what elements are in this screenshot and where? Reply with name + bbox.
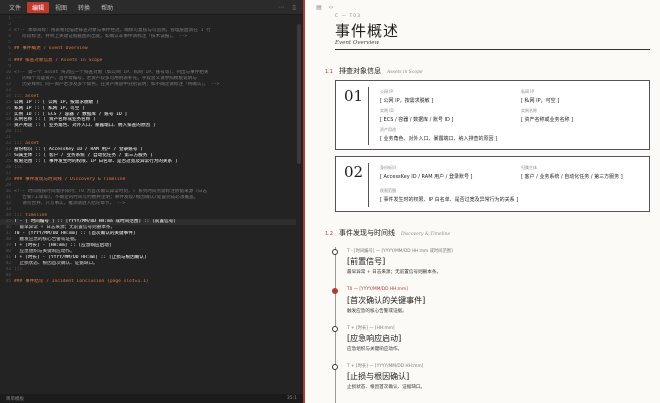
cursor-position: 35:1	[286, 396, 297, 401]
code-line[interactable]: 45 ### 事件结论 / Incident Conclusion {page s…	[0, 279, 296, 285]
editor-toolbar-right: ⋯ ▯	[277, 3, 303, 11]
card-divider	[368, 87, 369, 145]
field-identity: 身份标识 [ AccessKey ID / RAM 用户 / 登录账号 ]	[380, 165, 473, 180]
panel-icon[interactable]: ▯	[290, 3, 298, 11]
timeline-desc: 触发应急的核心告警或证据。	[347, 309, 407, 314]
timeline-desc: 最早异常 + 日志来源；无前置信号则删本条。	[347, 270, 442, 275]
status-bar: 简单模板 35:1	[0, 394, 303, 403]
section-number: 1.2	[325, 231, 333, 237]
section-heading-assets: 1.1 排查对象信息 Assets in Scope	[325, 66, 423, 76]
timeline-time: T + [时长] — [HH:mm]	[347, 326, 395, 331]
field-asset-usage: 资产用途 [ 业务角色、对外入口、暴露端口、纳入排查的原因 ]	[380, 127, 498, 142]
preview-pane: ▤ ‹› C — T03 事件概述 Event Overview 1.1 排查对…	[303, 0, 660, 403]
timeline-time: T0 — [YYYY/MM/DD HH:mm]	[347, 287, 408, 292]
card-divider	[368, 163, 369, 207]
timeline-time: T - [时间编号] — [YYYY/MM/DD HH:mm 或时间范围]	[347, 249, 453, 254]
field-private-ip: 私网 IP [ 私网 IP，可空 ]	[521, 89, 560, 104]
markdown-editor-pane: 文件 编辑 视图 转换 帮助 ⋯ ▯ 1 --- 2 3 <!-- 本章目标：用表格化描…	[0, 0, 303, 403]
status-left: 简单模板	[6, 396, 24, 402]
timeline-desc: 应急组织与关键响应动作。	[347, 347, 403, 352]
menu-bar: 文件 编辑 视图 转换 帮助 ⋯ ▯	[0, 0, 303, 15]
title-divider	[335, 49, 650, 50]
section-label: 事件发现与时间线	[338, 229, 395, 237]
asset-card-02: 02 身份标识 [ AccessKey ID / RAM 用户 / 登录账号 ]…	[335, 156, 650, 212]
document-page: ▤ ‹› C — T03 事件概述 Event Overview 1.1 排查对…	[303, 0, 660, 403]
timeline-title: [止损与根因确认]	[347, 372, 410, 381]
section-number: 1.1	[325, 69, 333, 75]
more-icon[interactable]: ⋯	[277, 3, 285, 11]
timeline-title: [前置信号]	[347, 257, 386, 266]
timeline-time: T + [时长] — [YYYY/MM/DD HH:mm]	[347, 364, 424, 369]
field-owner: 归属主体 [ 客户 / 业务系统 / 自动化任务 / 第三方服务 ]	[521, 165, 623, 180]
page-subtitle: Event Overview	[335, 40, 380, 46]
menu-view[interactable]: 视图	[50, 2, 72, 13]
chapter-code: C — T03	[335, 14, 361, 19]
menu-file[interactable]: 文件	[4, 2, 26, 13]
timeline-desc: 止损状态、根因首次确认、证据缺口。	[347, 385, 426, 390]
code-area[interactable]: 1 --- 2 3 <!-- 本章目标：用表格化描述排查对象与事件经过，确保可复核与可追…	[0, 16, 296, 394]
section-heading-timeline: 1.2 事件发现与时间线 Discovery & Timeline	[325, 228, 450, 238]
page-title: 事件概述	[335, 22, 400, 40]
timeline-title: [应急响应启动]	[347, 334, 402, 343]
section-label: 排查对象信息	[338, 67, 381, 75]
field-public-ip: 公网 IP [ 公网 IP，按需求脱敏 ]	[380, 89, 434, 104]
menu-help[interactable]: 帮助	[96, 2, 118, 13]
code-icon[interactable]: ‹›	[327, 3, 335, 11]
menu-edit[interactable]: 编辑	[27, 1, 50, 13]
line-text: ### 事件结论 / Incident Conclusion {page slo…	[14, 278, 149, 284]
menu-convert[interactable]: 转换	[73, 2, 95, 13]
field-instance-name: 实例名称 [ 资产名称或业务名称 ]	[521, 108, 574, 123]
field-permission-scope: 权限范围 [ 事件发生时的权限、IP 白名单、是否过宽及异常行为的关系 ]	[380, 188, 519, 203]
timeline-axis	[335, 247, 336, 403]
section-label-en: Discovery & Timeline	[400, 232, 451, 237]
asset-number: 02	[344, 163, 364, 181]
sidebar-icon[interactable]: ▤	[315, 3, 323, 11]
timeline-title: [首次确认的关键事件]	[347, 296, 426, 305]
asset-card-01: 01 公网 IP [ 公网 IP，按需求脱敏 ] 私网 IP [ 私网 IP，可…	[335, 80, 650, 150]
line-number: 45	[5, 278, 11, 284]
timeline-dot	[332, 326, 338, 332]
editor-scrollbar[interactable]	[297, 24, 301, 164]
timeline-dot	[332, 364, 338, 370]
field-instance-id: 实例 ID [ ECS / 容器 / 数据库 / 账号 ID ]	[380, 108, 454, 123]
asset-number: 01	[344, 87, 364, 105]
timeline-dot	[332, 249, 338, 255]
preview-toolbar: ▤ ‹›	[305, 0, 660, 14]
app-window: 文件 编辑 视图 转换 帮助 ⋯ ▯ 1 --- 2 3 <!-- 本章目标：用表格化描…	[0, 0, 660, 403]
section-label-en: Assets in Scope	[386, 70, 423, 75]
timeline-dot	[332, 288, 338, 294]
